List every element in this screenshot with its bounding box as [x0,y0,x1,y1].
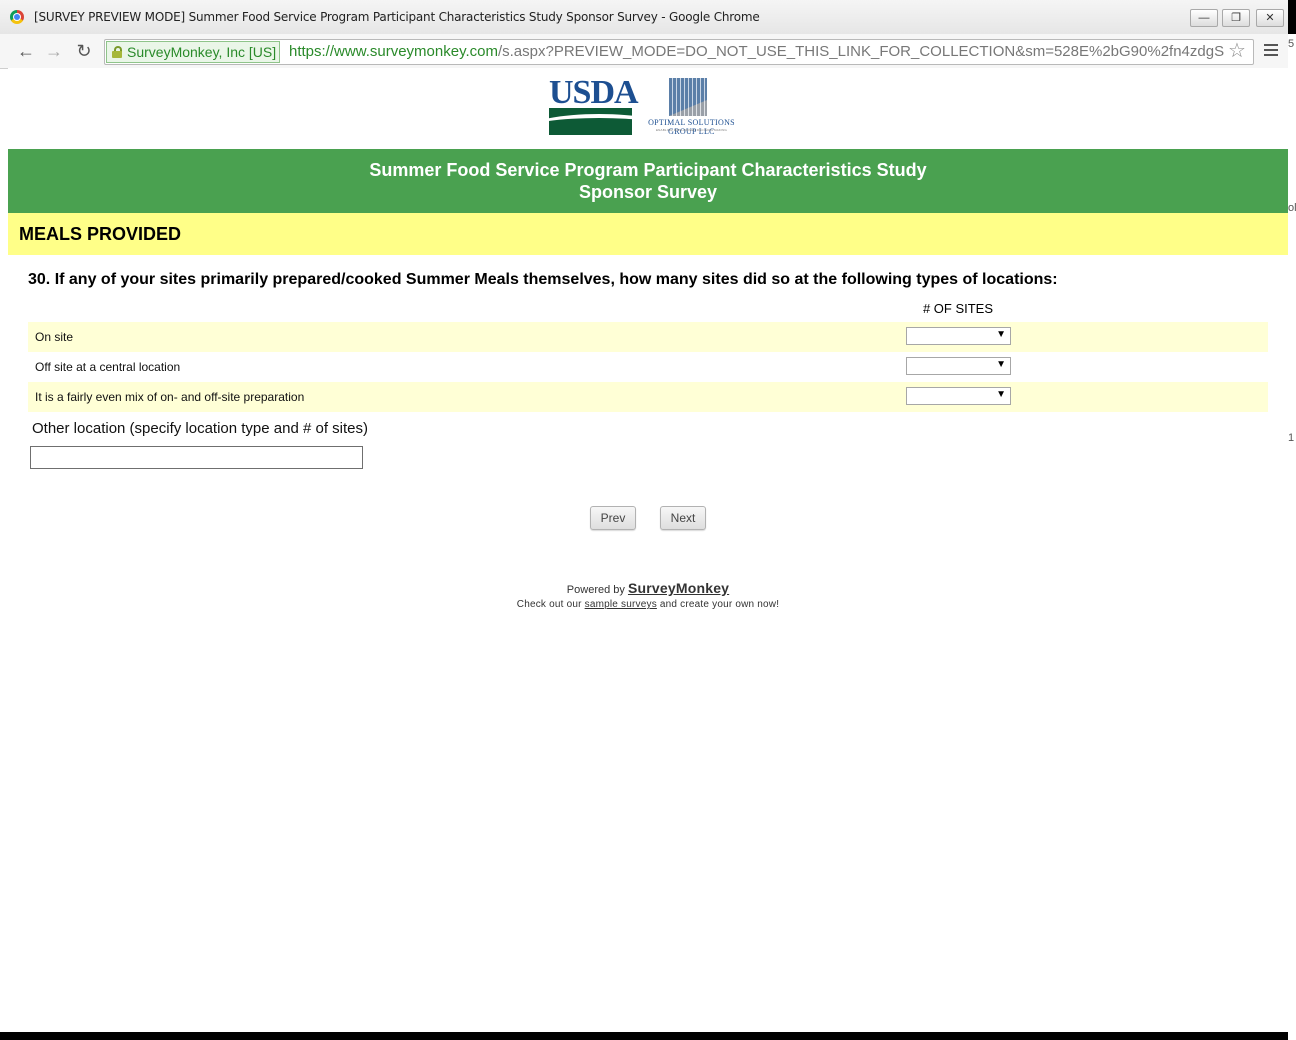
dropdown-arrow-icon: ▼ [996,329,1006,340]
row-label: It is a fairly even mix of on- and off-s… [35,390,305,404]
title-bar: [SURVEY PREVIEW MODE] Summer Food Servic… [0,0,1288,34]
usda-swoosh-graphic [549,108,632,135]
matrix-row-on-site: On site ▼ [28,322,1268,352]
background-window-edge: 5 ol 1 [1288,34,1296,1040]
matrix-row-mix: It is a fairly even mix of on- and off-s… [28,382,1268,412]
survey-title-line2: Sponsor Survey [578,182,718,202]
edge-fragment: 1 [1288,432,1295,444]
lock-icon [112,46,122,58]
row-label: On site [35,330,74,344]
section-title: MEALS PROVIDED [19,224,182,244]
prev-button[interactable]: Prev [590,506,636,530]
close-button[interactable]: ✕ [1256,9,1284,27]
url-scheme: https:// [289,43,335,60]
dropdown-arrow-icon: ▼ [996,389,1006,400]
url-path: /s.aspx?PREVIEW_MODE=DO_NOT_USE_THIS_LIN… [497,43,1225,60]
chrome-menu-icon[interactable] [1264,44,1278,59]
osg-tagline: ENABLING DATA-DRIVEN DECISION MAKING [655,128,728,132]
browser-window: [SURVEY PREVIEW MODE] Summer Food Servic… [0,0,1288,1032]
matrix-row-off-site: Off site at a central location ▼ [28,352,1268,382]
other-location-label: Other location (specify location type an… [32,420,369,437]
column-header-sites: # OF SITES [922,301,994,316]
other-location-input[interactable] [30,446,363,469]
usda-logo: USDA [549,76,639,135]
optimal-solutions-logo: OPTIMAL SOLUTIONS GROUP LLC ENABLING DAT… [634,78,749,136]
browser-toolbar: ← → ↻ SurveyMonkey, Inc [US] https://www… [0,34,1288,69]
url-text[interactable]: https://www.surveymonkey.com/s.aspx?PREV… [289,42,1224,62]
survey-title-line1: Summer Food Service Program Participant … [369,160,927,180]
minimize-button[interactable]: — [1190,9,1218,27]
section-bar: MEALS PROVIDED [8,213,1288,255]
osg-building-graphic [669,78,707,116]
next-button[interactable]: Next [660,506,706,530]
secure-site-chip[interactable]: SurveyMonkey, Inc [US] [106,41,281,63]
question-text: 30. If any of your sites primarily prepa… [28,271,1058,288]
sites-select-mix[interactable]: ▼ [906,387,1011,405]
sites-select-on-site[interactable]: ▼ [906,327,1011,345]
usda-logo-text: USDA [549,74,639,111]
bookmark-star-icon[interactable]: ☆ [1228,38,1246,63]
window-title: [SURVEY PREVIEW MODE] Summer Food Servic… [34,10,760,24]
edge-fragment: 5 [1288,38,1295,50]
osg-name: OPTIMAL SOLUTIONS GROUP LLC [648,118,735,136]
address-bar[interactable]: SurveyMonkey, Inc [US] https://www.surve… [104,39,1254,65]
survey-title-banner: Summer Food Service Program Participant … [8,149,1288,213]
checkout-suffix: and create your own now! [659,599,780,610]
row-label: Off site at a central location [35,360,181,374]
powered-by: Powered by SurveyMonkey [8,580,1288,596]
checkout-prefix: Check out our [516,599,582,610]
powered-by-prefix: Powered by [566,584,625,596]
sites-select-off-site[interactable]: ▼ [906,357,1011,375]
secure-site-label: SurveyMonkey, Inc [US] [127,44,277,60]
logo-area: USDA OPTIMAL SOLUTIONS GROUP LLC ENABLIN… [8,68,1288,149]
dropdown-arrow-icon: ▼ [996,359,1006,370]
survey-page: USDA OPTIMAL SOLUTIONS GROUP LLC ENABLIN… [8,68,1288,1032]
surveymonkey-brand-link[interactable]: SurveyMonkey [628,580,729,596]
url-host: www.surveymonkey.com [334,43,498,60]
chrome-logo-icon [10,10,24,24]
sample-surveys-link[interactable]: sample surveys [585,599,657,610]
reload-icon[interactable]: ↻ [74,41,94,61]
back-arrow-icon[interactable]: ← [16,41,36,61]
forward-arrow-icon[interactable]: → [44,41,64,61]
checkout-line: Check out our sample surveys and create … [8,599,1288,610]
edge-fragment: ol [1288,202,1296,214]
restore-button[interactable]: ❐ [1222,9,1250,27]
